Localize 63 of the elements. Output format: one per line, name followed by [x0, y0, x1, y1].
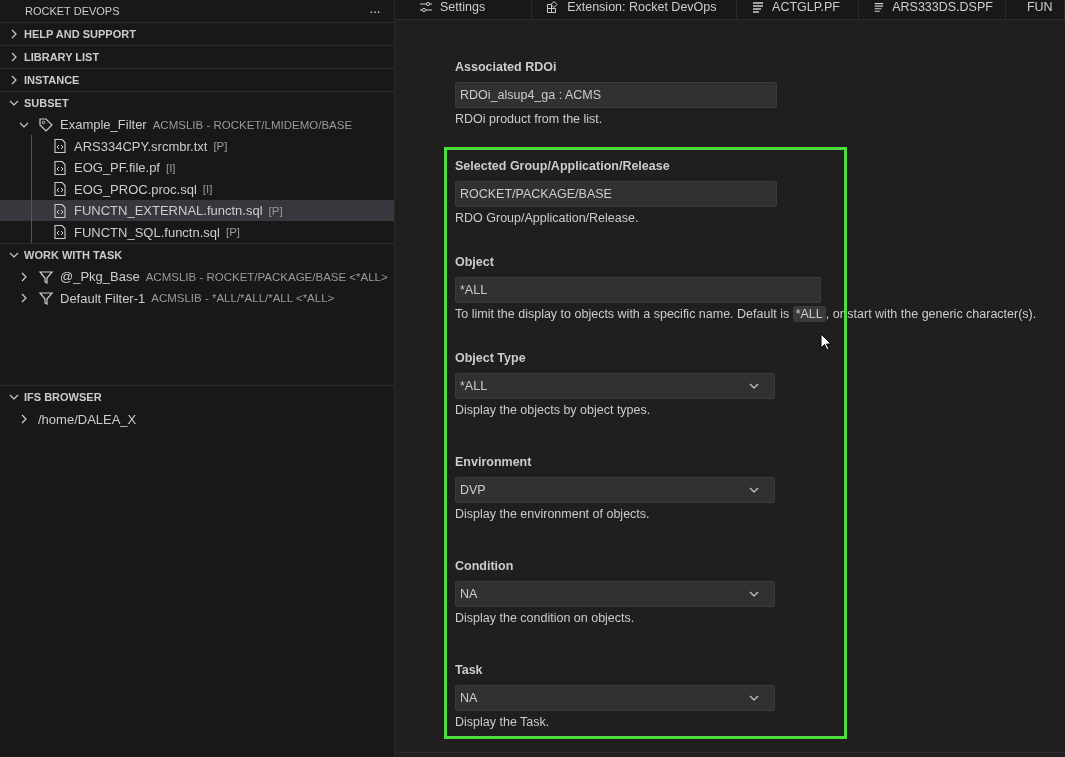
tree-item-label[interactable]: Example_Filter — [60, 117, 147, 133]
tree-item-detail: ACMSLIB - *ALL/*ALL/*ALL <*ALL> — [151, 292, 335, 305]
tree-item-label[interactable]: /home/DALEA_X — [38, 411, 137, 427]
field-description: RDOi product from the list. — [455, 111, 603, 128]
code-file-icon — [52, 181, 68, 198]
dropdown[interactable]: DVP — [455, 477, 775, 503]
file-item-label[interactable]: ARS334CPY.srcmbr.txt — [74, 138, 208, 154]
tree-item-label[interactable]: Default Filter-1 — [60, 290, 146, 306]
tree-item-detail: [P] — [268, 204, 283, 217]
editor-tab[interactable]: Extension: Rocket DevOps — [532, 0, 738, 19]
field-label: Object Type — [455, 350, 527, 367]
panel-title: ROCKET DEVOPS — [25, 4, 120, 17]
editor-tab[interactable]: ARS333DS.DSPF — [859, 0, 1006, 19]
field-description: Display the Task. — [455, 714, 550, 731]
tree-item-detail: ACMSLIB - ROCKET/LMIDEMO/BASE — [152, 118, 353, 131]
tree-item-detail: [I] — [202, 183, 213, 196]
editor-tab[interactable]: ACTGLP.PF — [737, 0, 860, 19]
field-label: Selected Group/Application/Release — [455, 158, 671, 175]
file-item-label[interactable]: FUNCTN_SQL.functn.sql — [74, 224, 220, 240]
field-label: Condition — [455, 558, 515, 575]
section-header[interactable]: SUBSET — [0, 91, 394, 114]
field-label: Associated RDOi — [455, 59, 558, 76]
tree-item-detail: [I] — [166, 161, 176, 174]
mouse-pointer-icon — [820, 333, 832, 351]
filter-icon — [38, 268, 54, 285]
dropdown[interactable]: NA — [455, 685, 775, 711]
editor-tab[interactable]: Settings — [405, 0, 533, 19]
section-header[interactable]: LIBRARY LIST — [0, 45, 394, 68]
code-file-icon — [52, 138, 68, 155]
more-actions-button[interactable]: ··· — [369, 2, 380, 19]
extension-icon — [546, 0, 561, 14]
code-file-icon — [52, 224, 68, 241]
editor-tab[interactable]: FUN — [1005, 0, 1065, 19]
code-file-icon — [52, 202, 68, 219]
file-item-label[interactable]: FUNCTN_EXTERNAL.functn.sql — [74, 203, 263, 219]
code-file-icon — [52, 159, 68, 176]
tree-item-detail: [P] — [225, 226, 240, 239]
field-label: Object — [455, 254, 495, 271]
field-description: RDO Group/Application/Release. — [455, 210, 639, 227]
field-description: Display the objects by object types. — [455, 402, 651, 419]
input-field[interactable]: ROCKET/PACKAGE/BASE — [455, 181, 777, 207]
dropdown[interactable]: NA — [455, 581, 775, 607]
file-item-label[interactable]: EOG_PROC.proc.sql — [74, 181, 197, 197]
filter-icon — [38, 290, 54, 307]
field-description: Display the environment of objects. — [455, 506, 650, 523]
field-label: Task — [455, 662, 484, 679]
input-field[interactable]: *ALL — [455, 277, 821, 303]
tree-item-detail: ACMSLIB - ROCKET/PACKAGE/BASE <*ALL> — [145, 270, 388, 283]
section-header[interactable]: HELP AND SUPPORT — [0, 22, 394, 45]
section-header[interactable]: IFS BROWSER — [0, 386, 394, 409]
lines-icon — [751, 0, 766, 14]
section-header[interactable]: WORK WITH TASK — [0, 243, 394, 266]
field-description: Display the condition on objects. — [455, 610, 635, 627]
field-label: Environment — [455, 454, 533, 471]
file-item-label[interactable]: EOG_PF.file.pf — [74, 160, 160, 176]
tree-item-detail: [P] — [213, 140, 228, 153]
dropdown[interactable]: *ALL — [455, 373, 775, 399]
field-description: To limit the display to objects with a specific name. Default is *ALL , or start with the generic character(s). — [455, 305, 1037, 323]
input-field[interactable]: RDOi_alsup4_ga : ACMS — [455, 82, 777, 108]
section-header[interactable]: INSTANCE — [0, 68, 394, 91]
tree-item-label[interactable]: @_Pkg_Base — [60, 269, 140, 285]
lines-icon — [873, 0, 886, 14]
tag-icon — [38, 116, 54, 133]
